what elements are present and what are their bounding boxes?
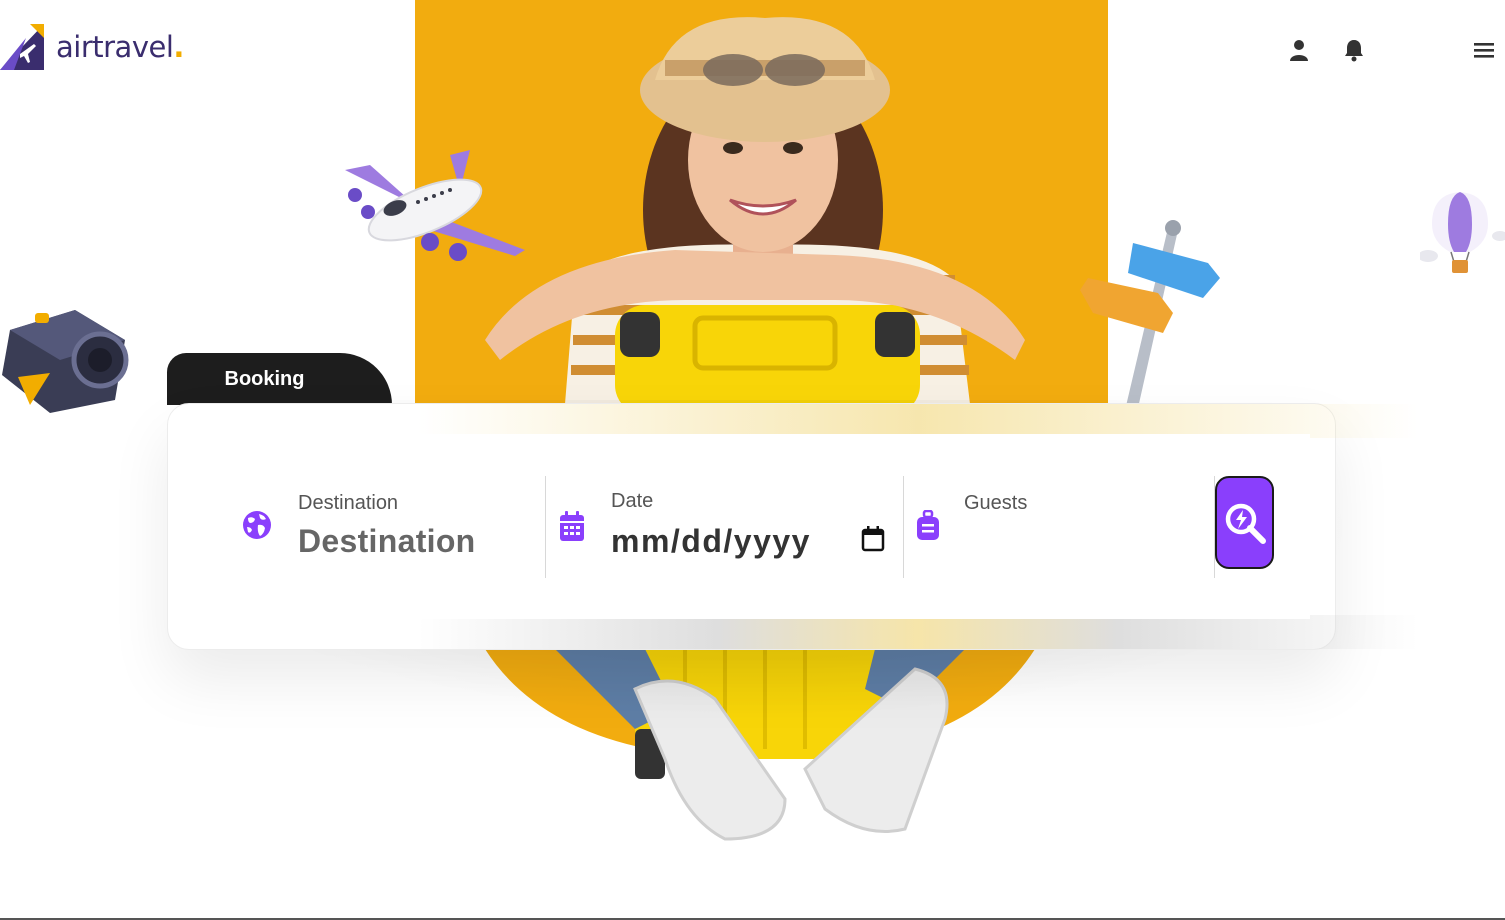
date-label: Date	[611, 490, 654, 512]
menu-icon[interactable]	[1472, 38, 1496, 62]
guests-label: Guests	[964, 492, 1028, 514]
balloon-decor-icon	[1420, 192, 1505, 273]
camera-decor-icon	[2, 310, 129, 413]
calendar-icon	[560, 511, 584, 541]
tab-booking[interactable]: Booking	[167, 353, 392, 405]
user-icon[interactable]	[1287, 38, 1311, 62]
search-icon	[1225, 503, 1266, 544]
tab-booking-label: Booking	[224, 367, 305, 390]
date-input[interactable]: mm/dd/yyyy	[611, 523, 811, 560]
globe-icon	[243, 511, 271, 539]
card-bottom-highlight	[418, 615, 1418, 649]
destination-label: Destination	[298, 492, 399, 514]
plane-logo-icon	[0, 24, 44, 70]
luggage-icon	[917, 510, 939, 540]
card-top-highlight	[418, 404, 1418, 438]
signpost-decor-icon	[1080, 220, 1220, 408]
destination-field[interactable]: Destination Destination	[208, 476, 545, 578]
airplane-decor-icon	[345, 150, 525, 261]
brand-logo[interactable]: airtravel.	[0, 24, 184, 70]
brand-name: airtravel.	[56, 30, 184, 64]
search-button[interactable]	[1215, 476, 1274, 569]
booking-card: Destination Destination Date mm/dd/yyyy	[167, 403, 1418, 650]
destination-input[interactable]: Destination	[298, 523, 476, 560]
bell-icon[interactable]	[1342, 38, 1366, 62]
date-field[interactable]: Date mm/dd/yyyy	[546, 476, 903, 578]
guests-field[interactable]: Guests	[904, 476, 1214, 578]
calendar-picker-icon[interactable]	[861, 526, 885, 552]
page: airtravel. Booking Destination Destinati…	[0, 0, 1505, 920]
